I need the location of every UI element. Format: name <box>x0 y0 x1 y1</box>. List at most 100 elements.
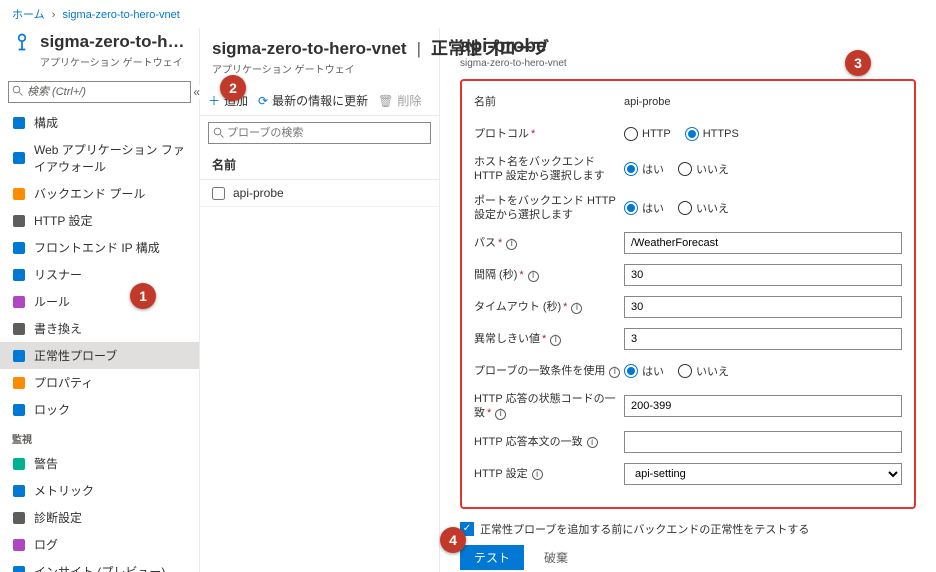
refresh-button[interactable]: ⟳最新の情報に更新 <box>258 92 368 109</box>
radio-host-no[interactable]: いいえ <box>678 161 729 177</box>
annotation-1: 1 <box>130 283 156 309</box>
value-name: api-probe <box>624 96 670 108</box>
ip-icon <box>12 241 26 255</box>
timeout-input[interactable] <box>624 296 902 318</box>
sidebar-item[interactable]: バックエンド プール <box>0 180 199 207</box>
radio-match-no[interactable]: いいえ <box>678 363 729 379</box>
path-input[interactable] <box>624 232 902 254</box>
label-path: パス <box>474 237 496 249</box>
info-icon[interactable]: i <box>571 303 582 314</box>
properties-icon <box>12 376 26 390</box>
sidebar-item[interactable]: ロック <box>0 396 199 423</box>
sidebar-item[interactable]: インサイト (プレビュー) <box>0 558 199 572</box>
page-title: sigma-zero-to-hero-vnet|正常性プローブ <box>200 28 439 61</box>
sidebar-item-label: 診断設定 <box>34 509 82 526</box>
sidebar-item[interactable]: 正常性プローブ <box>0 342 199 369</box>
radio-port-no[interactable]: いいえ <box>678 200 729 216</box>
sidebar-item-label: 正常性プローブ <box>34 347 117 364</box>
probe-form: 名前 api-probe プロトコル* HTTP HTTPS ホスト名をバックエ… <box>460 79 916 509</box>
http-setting-select[interactable]: api-setting <box>624 463 902 485</box>
sidebar-item[interactable]: フロントエンド IP 構成 <box>0 234 199 261</box>
radio-https[interactable]: HTTPS <box>685 127 739 141</box>
breadcrumb-resource[interactable]: sigma-zero-to-hero-vnet <box>62 9 179 21</box>
label-http-setting: HTTP 設定 <box>474 468 528 480</box>
trash-icon: 🗑 <box>378 94 393 108</box>
annotation-2: 2 <box>220 75 246 101</box>
shield-icon <box>12 151 26 165</box>
sidebar-item-label: メトリック <box>34 482 94 499</box>
alert-icon <box>12 457 26 471</box>
probe-icon <box>12 349 26 363</box>
label-host-from-backend: ホスト名をバックエンド HTTP 設定から選択します <box>474 156 605 182</box>
info-icon[interactable]: i <box>532 469 543 480</box>
sidebar-item[interactable]: HTTP 設定 <box>0 207 199 234</box>
sidebar-item-label: 警告 <box>34 455 58 472</box>
sidebar-item[interactable]: 診断設定 <box>0 504 199 531</box>
info-icon[interactable]: i <box>506 239 517 250</box>
sidebar-item-label: ロック <box>34 401 70 418</box>
breadcrumb-home[interactable]: ホーム <box>12 9 45 21</box>
sidebar-item-label: 書き換え <box>34 320 82 337</box>
sidebar-item[interactable]: ログ <box>0 531 199 558</box>
pool-icon <box>12 187 26 201</box>
body-match-input[interactable] <box>624 431 902 453</box>
label-timeout: タイムアウト (秒) <box>474 301 561 313</box>
resource-type: アプリケーション ゲートウェイ <box>0 54 199 77</box>
sidebar-item[interactable]: メトリック <box>0 477 199 504</box>
info-icon[interactable]: i <box>550 335 561 346</box>
sidebar-item[interactable]: リスナー <box>0 261 199 288</box>
sidebar-item-label: HTTP 設定 <box>34 212 92 229</box>
label-threshold: 異常しきい値 <box>474 333 540 345</box>
listener-icon <box>12 268 26 282</box>
refresh-icon: ⟳ <box>258 94 268 108</box>
radio-match-yes[interactable]: はい <box>624 363 664 379</box>
info-icon[interactable]: i <box>528 271 539 282</box>
info-icon[interactable]: i <box>495 409 506 420</box>
row-checkbox[interactable] <box>212 187 225 200</box>
label-interval: 間隔 (秒) <box>474 269 517 281</box>
breadcrumb: ホーム › sigma-zero-to-hero-vnet <box>0 0 936 28</box>
menu-search-input[interactable] <box>8 81 191 103</box>
app-gateway-icon <box>12 32 32 52</box>
test-before-add-label: 正常性プローブを追加する前にバックエンドの正常性をテストする <box>480 521 809 537</box>
status-codes-input[interactable] <box>624 395 902 417</box>
radio-port-yes[interactable]: はい <box>624 200 664 216</box>
resource-name: sigma-zero-to-hero-vnet <box>40 32 187 52</box>
column-header-name[interactable]: 名前 <box>200 150 439 180</box>
label-name: 名前 <box>474 95 624 109</box>
chevron-right-icon: › <box>52 9 56 21</box>
radio-http[interactable]: HTTP <box>624 127 671 141</box>
sidebar-item[interactable]: 警告 <box>0 450 199 477</box>
lock-icon <box>12 403 26 417</box>
test-button[interactable]: テスト <box>460 545 524 570</box>
search-icon <box>213 127 225 139</box>
sidebar-item[interactable]: 構成 <box>0 109 199 136</box>
config-icon <box>12 116 26 130</box>
sidebar-item-label: バックエンド プール <box>34 185 145 202</box>
radio-host-yes[interactable]: はい <box>624 161 664 177</box>
threshold-input[interactable] <box>624 328 902 350</box>
diag-icon <box>12 511 26 525</box>
rewrite-icon <box>12 322 26 336</box>
sidebar-item-label: ルール <box>34 293 70 310</box>
sidebar-header-monitoring: 監視 <box>0 423 199 450</box>
info-icon[interactable]: i <box>609 367 620 378</box>
collapse-menu-icon[interactable]: « <box>193 85 200 99</box>
delete-button[interactable]: 🗑削除 <box>378 92 421 109</box>
sidebar-item-label: Web アプリケーション ファイアウォール <box>34 141 187 175</box>
sidebar-item[interactable]: ルール <box>0 288 199 315</box>
discard-button[interactable]: 破棄 <box>530 545 582 570</box>
sidebar-item-label: フロントエンド IP 構成 <box>34 239 160 256</box>
insights-icon <box>12 565 26 572</box>
interval-input[interactable] <box>624 264 902 286</box>
label-body-match: HTTP 応答本文の一致 <box>474 436 583 448</box>
probe-search-input[interactable] <box>208 122 431 144</box>
sidebar-item[interactable]: 書き換え <box>0 315 199 342</box>
info-icon[interactable]: i <box>587 437 598 448</box>
log-icon <box>12 538 26 552</box>
gear-icon <box>12 214 26 228</box>
sidebar-item[interactable]: Web アプリケーション ファイアウォール <box>0 136 199 180</box>
table-row[interactable]: api-probe <box>200 180 439 207</box>
sidebar-item[interactable]: プロパティ <box>0 369 199 396</box>
sidebar-item-label: 構成 <box>34 114 58 131</box>
